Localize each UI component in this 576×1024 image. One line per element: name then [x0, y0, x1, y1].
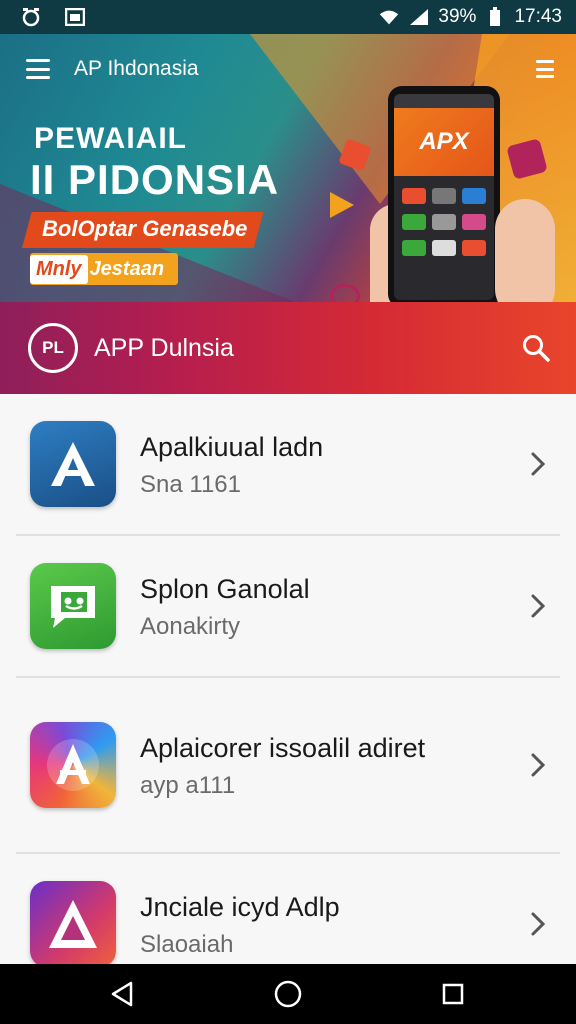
- home-icon: [274, 980, 302, 1008]
- image-icon: [64, 6, 86, 28]
- chevron-right-icon: [528, 590, 548, 622]
- list-item[interactable]: Apalkiuual ladn Sna 1161: [0, 394, 576, 534]
- app-title: Jnciale icyd Adlp: [140, 892, 340, 923]
- back-button[interactable]: [103, 974, 143, 1014]
- status-time: 17:43: [514, 6, 562, 27]
- search-button[interactable]: [520, 332, 552, 364]
- banner-tag-text: Jestaan: [89, 257, 165, 280]
- app-logo: PL: [28, 323, 78, 373]
- app-title: AP Ihdonasia: [74, 57, 199, 80]
- app-title: Aplaicorer issoalil adiret: [140, 733, 426, 764]
- list-item[interactable]: Splon Ganolal Aonakirty: [0, 536, 576, 676]
- banner-headline: PEWAIAIL: [34, 122, 188, 155]
- chevron-right-icon: [528, 908, 548, 940]
- alarm-icon: [20, 6, 42, 28]
- wifi-icon: [378, 6, 400, 28]
- floating-shape-icon: [330, 284, 360, 302]
- play-triangle-icon: [330, 192, 354, 218]
- letter-a-icon: [30, 421, 116, 507]
- hand-illustration: [495, 199, 555, 302]
- recents-icon: [443, 983, 464, 1005]
- app-title: Apalkiuual ladn: [140, 432, 324, 463]
- status-bar: 39% 17:43: [0, 0, 576, 34]
- system-nav-bar: [0, 964, 576, 1024]
- app-subtitle: Sna 1161: [140, 470, 241, 498]
- banner-headline: II PIDONSIA: [30, 156, 280, 203]
- chevron-right-icon: [528, 448, 548, 480]
- list-item[interactable]: Aplaicorer issoalil adiret ayp a111: [0, 678, 576, 852]
- chat-icon: [30, 563, 116, 649]
- search-icon: [523, 335, 550, 362]
- home-button[interactable]: [268, 974, 308, 1014]
- recents-button[interactable]: [433, 974, 473, 1014]
- app-bar-title: APP Dulnsia: [94, 333, 234, 362]
- chevron-right-icon: [528, 749, 548, 781]
- app-list: Apalkiuual ladn Sna 1161 Splon Ganolal A…: [0, 394, 576, 994]
- app-subtitle: Slaoaiah: [140, 930, 234, 958]
- banner-tag: Mnly Jestaan: [30, 253, 179, 285]
- banner-tag-box: Mnly: [30, 254, 88, 284]
- phone-logo: APX: [394, 108, 494, 176]
- app-header-bar: PL APP Dulnsia: [0, 302, 576, 394]
- hero-banner[interactable]: AP Ihdonasia PEWAIAIL II PIDONSIA BolOpt…: [0, 34, 576, 302]
- battery-percent: 39%: [438, 6, 477, 27]
- menu-icon[interactable]: [26, 59, 50, 79]
- triangle-icon: [30, 881, 116, 967]
- battery-icon: [484, 6, 506, 28]
- app-subtitle: ayp a111: [140, 771, 236, 799]
- more-options-icon[interactable]: [536, 60, 554, 78]
- back-icon: [111, 981, 132, 1007]
- app-title: Splon Ganolal: [140, 574, 310, 605]
- screen: 39% 17:43 AP Ihdonasia PEWAIAIL II PIDON…: [0, 0, 576, 1024]
- banner-tagline: BolOptar Genasebe: [22, 212, 264, 248]
- app-store-icon: [30, 722, 116, 808]
- phone-illustration: APX: [388, 86, 500, 302]
- signal-icon: [408, 6, 430, 28]
- app-subtitle: Aonakirty: [140, 612, 241, 640]
